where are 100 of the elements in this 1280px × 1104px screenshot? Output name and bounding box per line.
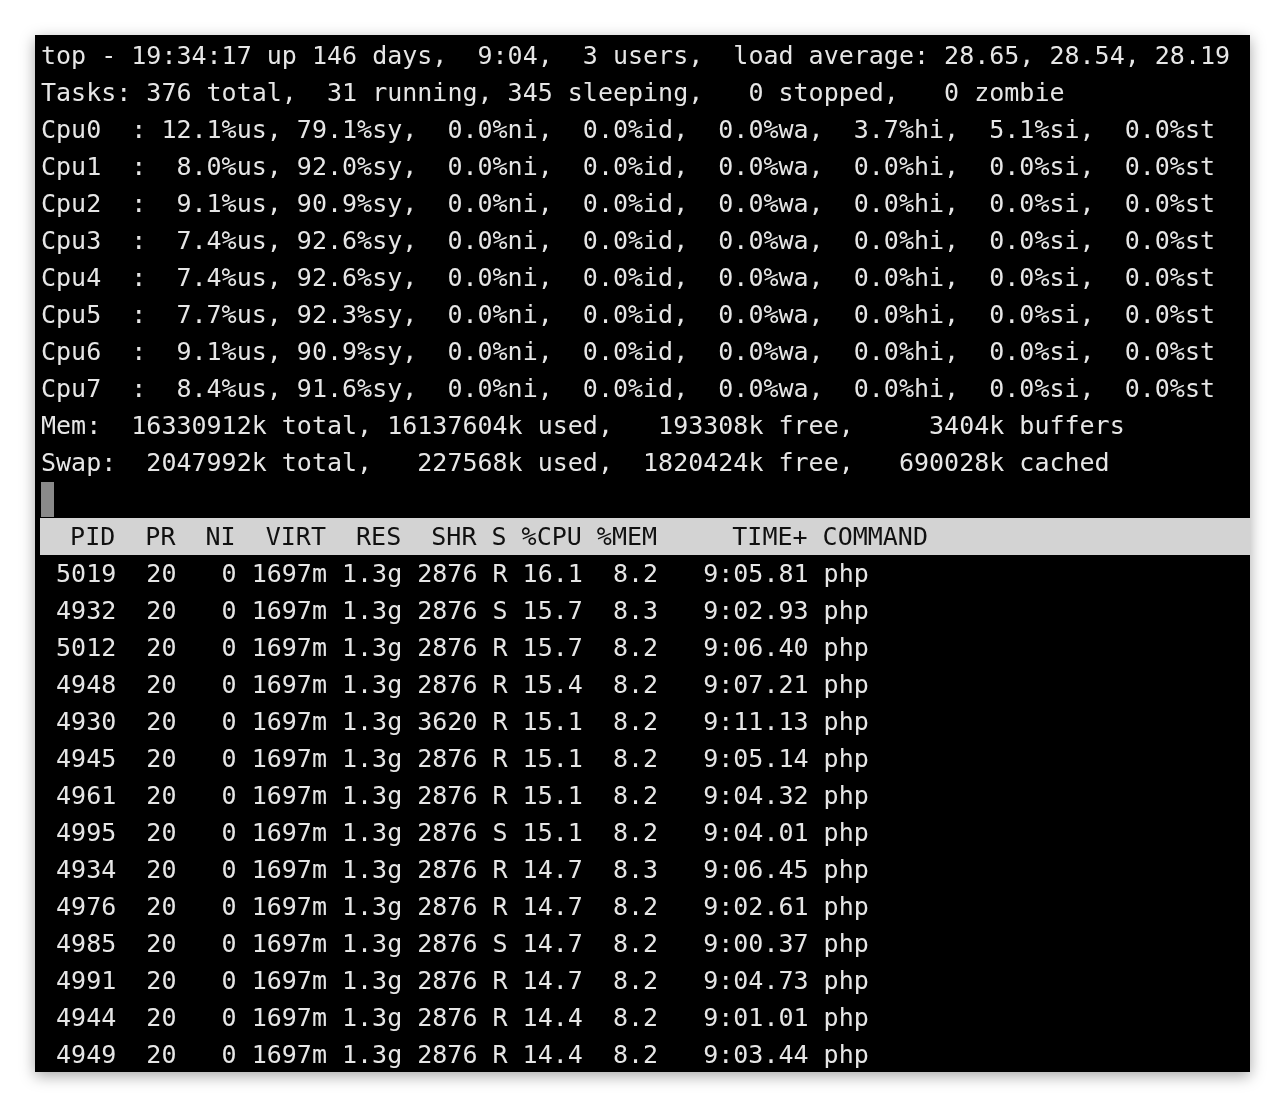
summary-line: Cpu7 : 8.4%us, 91.6%sy, 0.0%ni, 0.0%id, 0.0%wa, 0.0%hi, 0.0%si, 0.0%st xyxy=(41,373,1216,405)
table-cell-text: 20 xyxy=(145,965,177,997)
table-cell-text: php xyxy=(822,632,870,664)
table-cell-text: 2876 xyxy=(416,965,478,997)
table-cell-text: 5019 xyxy=(55,558,117,590)
table-cell-text: 1697m xyxy=(250,632,327,664)
table-cell-text: 1.3g xyxy=(341,891,403,923)
table-cell-text: 1.3g xyxy=(341,558,403,590)
table-cell-text: 9:04.32 xyxy=(702,780,809,812)
table-cell-text: 8.2 xyxy=(611,1039,659,1071)
table-cell-text: 14.4 xyxy=(521,1039,583,1071)
column-header: SHR xyxy=(430,521,477,553)
table-cell-text: 1.3g xyxy=(341,1002,403,1034)
summary-line: Cpu0 : 12.1%us, 79.1%sy, 0.0%ni, 0.0%id, 0.0%wa, 3.7%hi, 5.1%si, 0.0%st xyxy=(41,114,1216,146)
summary-line: Cpu1 : 8.0%us, 92.0%sy, 0.0%ni, 0.0%id, 0.0%wa, 0.0%hi, 0.0%si, 0.0%st xyxy=(41,151,1216,183)
table-cell-text: 9:06.45 xyxy=(702,854,809,886)
table-cell-text: php xyxy=(822,780,870,812)
table-cell-text: 8.2 xyxy=(611,1002,659,1034)
summary-line: Mem: 16330912k total, 16137604k used, 193308k free, 3404k buffers xyxy=(41,410,1126,442)
table-cell-text: 16.1 xyxy=(521,558,583,590)
table-cell-text: php xyxy=(822,928,870,960)
table-cell-text: 1697m xyxy=(250,1039,327,1071)
column-header: RES xyxy=(355,521,402,553)
table-cell-text: 20 xyxy=(145,1002,177,1034)
table-cell-text: 1697m xyxy=(250,706,327,738)
table-cell-text: 15.1 xyxy=(521,743,583,775)
table-cell-text: 20 xyxy=(145,595,177,627)
table-cell-text: 2876 xyxy=(416,891,478,923)
table-cell-text: 4949 xyxy=(55,1039,117,1071)
table-cell-text: php xyxy=(822,706,870,738)
table-cell-text: 14.7 xyxy=(521,928,583,960)
table-cell-text: php xyxy=(822,854,870,886)
table-cell-text: 1697m xyxy=(250,595,327,627)
table-cell-text: R xyxy=(491,1039,508,1071)
table-cell-text: 15.1 xyxy=(521,817,583,849)
column-header: TIME+ xyxy=(731,521,808,553)
summary-line: Tasks: 376 total, 31 running, 345 sleeping, 0 stopped, 0 zombie xyxy=(41,77,1066,109)
table-cell-text: 4991 xyxy=(55,965,117,997)
table-cell-text: S xyxy=(491,595,508,627)
table-cell-text: 2876 xyxy=(416,743,478,775)
table-cell-text: 14.4 xyxy=(521,1002,583,1034)
column-header: PR xyxy=(144,521,176,553)
table-cell-text: R xyxy=(491,1002,508,1034)
table-cell-text: 2876 xyxy=(416,817,478,849)
table-cell-text: 3620 xyxy=(416,706,478,738)
summary-line: Cpu6 : 9.1%us, 90.9%sy, 0.0%ni, 0.0%id, 0.0%wa, 0.0%hi, 0.0%si, 0.0%st xyxy=(41,336,1216,368)
table-cell-text: 8.2 xyxy=(611,706,659,738)
table-cell-text: 1697m xyxy=(250,669,327,701)
table-cell-text: 4961 xyxy=(55,780,117,812)
table-cell-text: 20 xyxy=(145,817,177,849)
column-header: VIRT xyxy=(264,521,326,553)
table-cell-text: 8.2 xyxy=(611,743,659,775)
table-cell-text: 1697m xyxy=(250,1002,327,1034)
table-cell-text: 0 xyxy=(220,706,237,738)
table-cell-text: 9:01.01 xyxy=(702,1002,809,1034)
table-cell-text: 4930 xyxy=(55,706,117,738)
table-cell-text: 1.3g xyxy=(341,706,403,738)
table-cell-text: 0 xyxy=(220,1002,237,1034)
table-cell-text: 20 xyxy=(145,669,177,701)
table-cell-text: 9:05.14 xyxy=(702,743,809,775)
table-cell-text: 1.3g xyxy=(341,780,403,812)
table-cell-text: 1697m xyxy=(250,965,327,997)
table-cell-text: 15.1 xyxy=(521,706,583,738)
table-cell-text: 0 xyxy=(220,1039,237,1071)
table-cell-text: 5012 xyxy=(55,632,117,664)
table-cell-text: 4976 xyxy=(55,891,117,923)
table-cell-text: 2876 xyxy=(416,558,478,590)
table-cell-text: 8.2 xyxy=(611,669,659,701)
table-cell-text: 9:07.21 xyxy=(702,669,809,701)
table-cell-text: 0 xyxy=(220,817,237,849)
table-cell-text: S xyxy=(491,817,508,849)
table-cell-text: 9:04.01 xyxy=(702,817,809,849)
table-cell-text: 8.3 xyxy=(611,595,659,627)
table-cell-text: 4948 xyxy=(55,669,117,701)
summary-line: Cpu5 : 7.7%us, 92.3%sy, 0.0%ni, 0.0%id, 0.0%wa, 0.0%hi, 0.0%si, 0.0%st xyxy=(41,299,1216,331)
table-cell-text: 20 xyxy=(145,632,177,664)
table-cell-text: 2876 xyxy=(416,780,478,812)
table-cell-text: R xyxy=(491,632,508,664)
table-cell-text: 8.2 xyxy=(611,928,659,960)
table-cell-text: 1.3g xyxy=(341,743,403,775)
table-cell-text: 1.3g xyxy=(341,965,403,997)
table-cell-text: 1697m xyxy=(250,743,327,775)
table-cell-text: 9:11.13 xyxy=(702,706,809,738)
table-cell-text: 2876 xyxy=(416,632,478,664)
terminal-cursor xyxy=(41,482,54,517)
summary-line: Cpu4 : 7.4%us, 92.6%sy, 0.0%ni, 0.0%id, 0.0%wa, 0.0%hi, 0.0%si, 0.0%st xyxy=(41,262,1216,294)
summary-line: Cpu3 : 7.4%us, 92.6%sy, 0.0%ni, 0.0%id, 0.0%wa, 0.0%hi, 0.0%si, 0.0%st xyxy=(41,225,1216,257)
table-cell-text: 4945 xyxy=(55,743,117,775)
table-cell-text: 9:05.81 xyxy=(702,558,809,590)
table-cell-text: R xyxy=(491,743,508,775)
table-cell-text: 2876 xyxy=(416,854,478,886)
table-cell-text: 0 xyxy=(220,854,237,886)
table-cell-text: 9:02.93 xyxy=(702,595,809,627)
table-cell-text: 8.2 xyxy=(611,780,659,812)
table-cell-text: 15.7 xyxy=(521,595,583,627)
table-cell-text: 0 xyxy=(220,558,237,590)
table-cell-text: 1.3g xyxy=(341,632,403,664)
table-cell-text: php xyxy=(822,1002,870,1034)
table-cell-text: 1.3g xyxy=(341,928,403,960)
table-cell-text: 14.7 xyxy=(521,891,583,923)
